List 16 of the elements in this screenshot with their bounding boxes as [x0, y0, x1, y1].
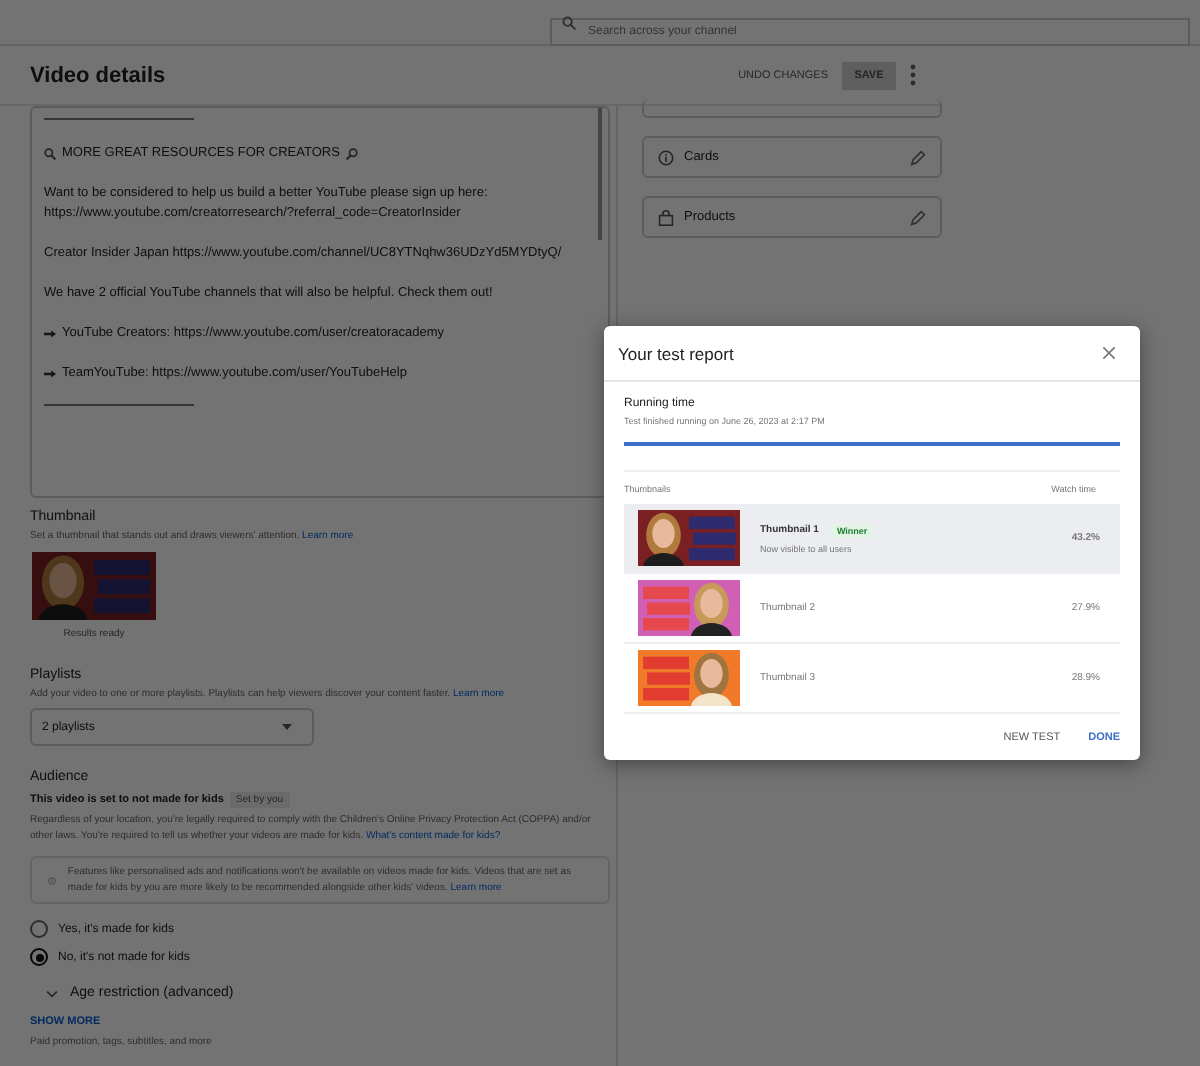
- arrow-icon: [44, 330, 56, 338]
- dialog-title: Your test report: [618, 343, 734, 363]
- page-title: Video details: [30, 63, 166, 87]
- magnifier-icon: [345, 148, 358, 160]
- close-icon[interactable]: [1102, 346, 1116, 360]
- caret-icon: [282, 724, 292, 730]
- radio-button[interactable]: [30, 948, 48, 966]
- magnifier-icon: [44, 148, 56, 160]
- radio-button[interactable]: [30, 920, 48, 938]
- bag-icon: [658, 209, 674, 225]
- more-icon[interactable]: [910, 64, 916, 86]
- info-icon: [658, 149, 674, 165]
- arrow-icon: [44, 370, 56, 378]
- pencil-icon[interactable]: [910, 209, 926, 225]
- chevron-icon[interactable]: [46, 989, 58, 997]
- pencil-icon[interactable]: [910, 149, 926, 165]
